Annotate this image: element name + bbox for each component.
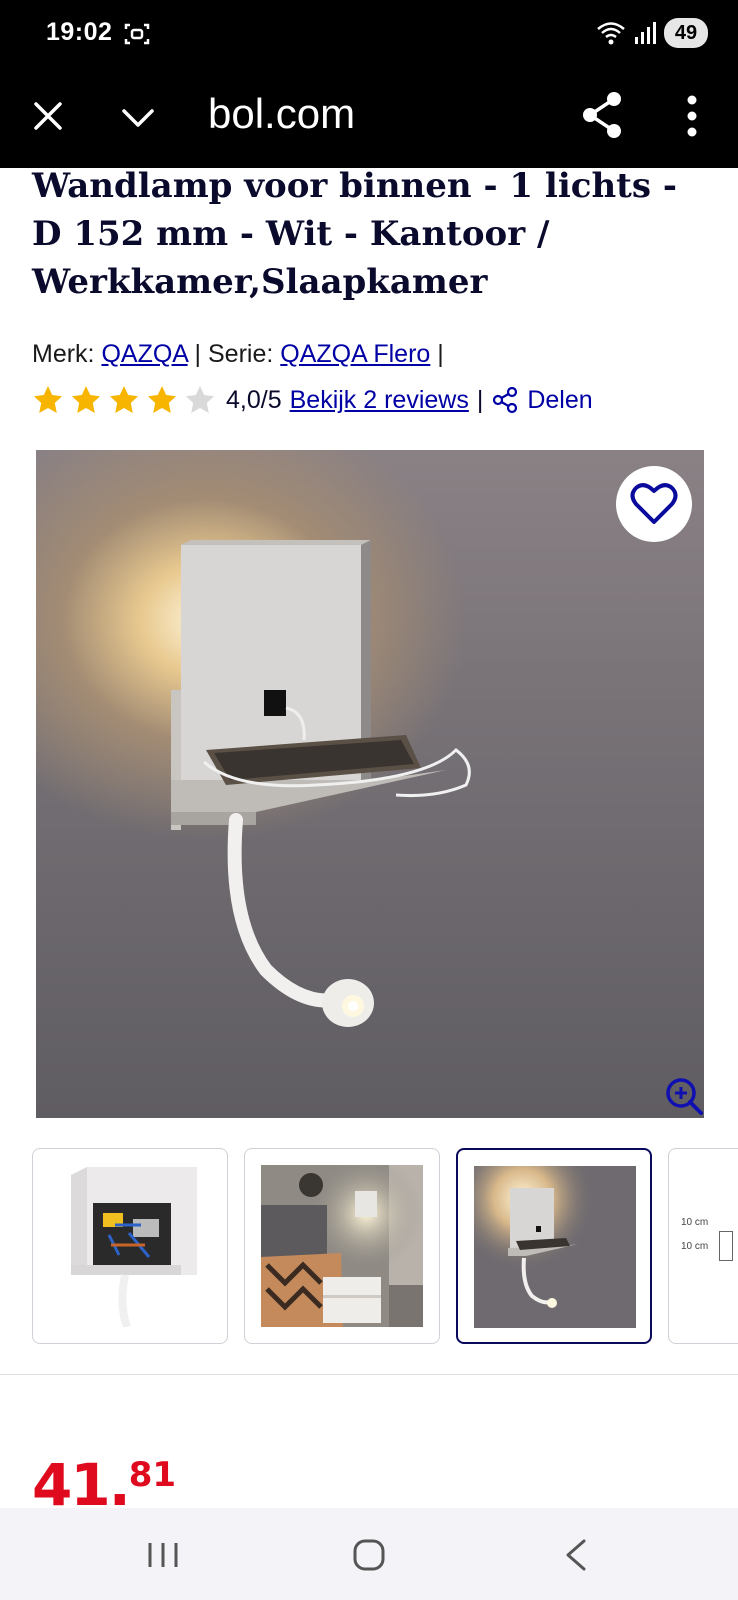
product-main-image[interactable] [36,450,704,1118]
thumbnail-lamp[interactable] [456,1148,652,1344]
price-dot: . [108,1456,131,1508]
thumbnail-bedroom[interactable] [244,1148,440,1344]
star-filled-icon [34,386,62,413]
zoom-in-icon[interactable] [664,1076,704,1116]
thumbnail-strip: 10 cm 10 cm [32,1148,738,1344]
share-icon[interactable] [580,90,624,140]
delen-label: Delen [527,385,593,414]
system-nav-bar [0,1508,738,1600]
more-vert-icon[interactable] [676,92,708,140]
battery-badge: 49 [664,18,708,48]
reviews-link[interactable]: Bekijk 2 reviews [290,386,469,415]
product-title: Wandlamp voor binnen - 1 lichts - D 152 … [32,166,677,302]
signal-icon [635,22,656,44]
chevron-down-icon[interactable] [118,98,158,138]
recent-apps-icon[interactable] [146,1540,180,1570]
back-icon[interactable] [562,1538,590,1572]
dimension-outline [719,1231,733,1261]
screen-record-icon [124,23,150,45]
rating-row: 4,0/5 Bekijk 2 reviews | Delen [32,382,593,418]
star-filled-icon [110,386,138,413]
star-rating [32,384,216,416]
rating-text: 4,0/5 [226,385,282,414]
merk-label: Merk: [32,340,95,368]
star-filled-icon [148,386,176,413]
dimension-label-width: 10 cm [681,1217,709,1228]
price-decimal: 81 [128,1456,177,1495]
dimension-label-height: 10 cm [681,1241,709,1252]
star-empty-icon [186,386,214,413]
thumbnail-lamp-image [474,1166,636,1328]
thumbnail-wiring[interactable] [32,1148,228,1344]
thumbnail-wiring-image [49,1165,211,1327]
status-bar: 19:02 49 [0,0,738,68]
meta-separator: | [194,340,202,368]
price-whole: 41 [32,1456,111,1508]
price: 41.81 [32,1456,176,1508]
rating-separator: | [476,385,484,414]
serie-label: Serie: [208,340,274,368]
close-icon[interactable] [28,96,68,136]
url-bar[interactable]: bol.com [208,90,355,138]
section-divider [0,1374,738,1375]
serie-link[interactable]: QAZQA Flero [280,340,430,368]
star-filled-icon [72,386,100,413]
status-time: 19:02 [46,18,113,46]
dimension-labels: 10 cm 10 cm [681,1211,708,1259]
wall-lamp-illustration [171,540,471,1027]
share-nodes-icon [493,386,518,414]
product-meta: Merk: QAZQA | Serie: QAZQA Flero | [32,340,444,369]
delen-button[interactable]: Delen [491,385,593,415]
merk-link[interactable]: QAZQA [101,340,187,368]
home-icon[interactable] [352,1538,386,1572]
wifi-icon [597,22,625,45]
thumbnail-bedroom-image [261,1165,423,1327]
browser-toolbar: bol.com [0,68,738,168]
meta-separator-end: | [437,340,444,368]
heart-icon [630,483,678,524]
status-right: 49 [596,18,708,48]
favorite-button[interactable] [616,466,692,542]
thumbnail-dimensions[interactable]: 10 cm 10 cm [668,1148,738,1344]
